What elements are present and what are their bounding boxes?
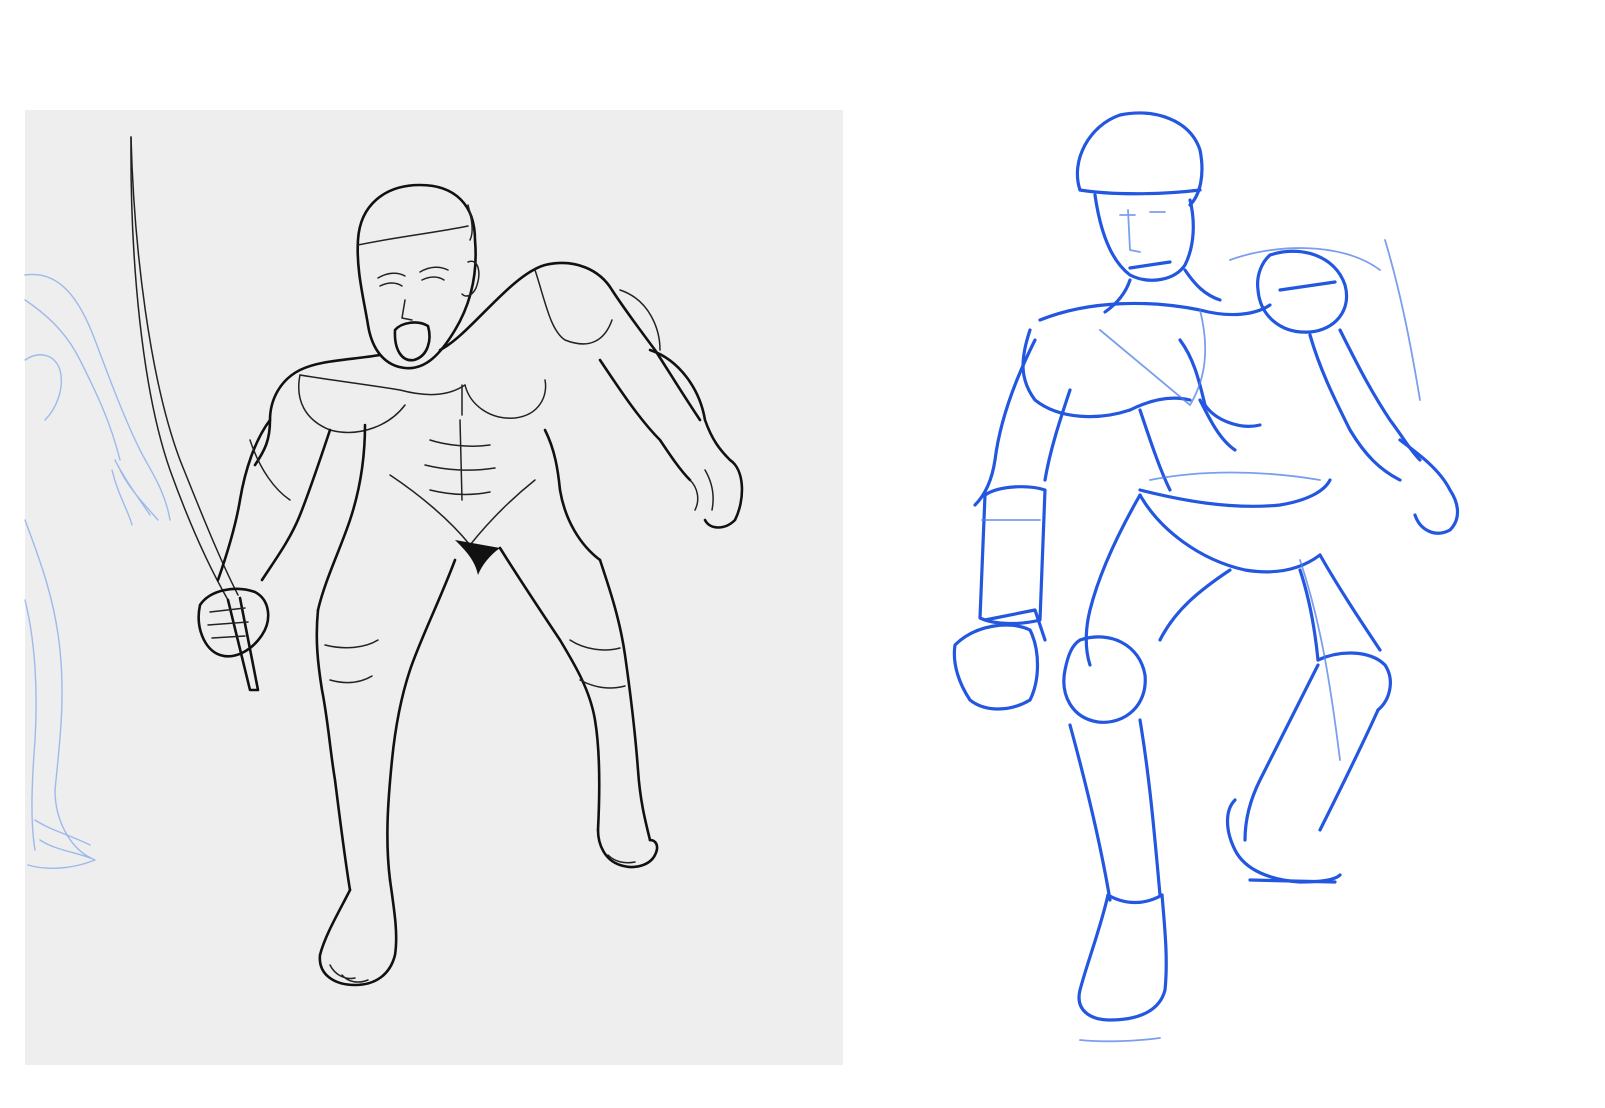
blue-sketch-figure xyxy=(952,111,1460,1043)
panel-background xyxy=(25,110,843,1065)
left-panel xyxy=(24,110,843,1065)
drawing-canvas xyxy=(24,110,1460,1065)
